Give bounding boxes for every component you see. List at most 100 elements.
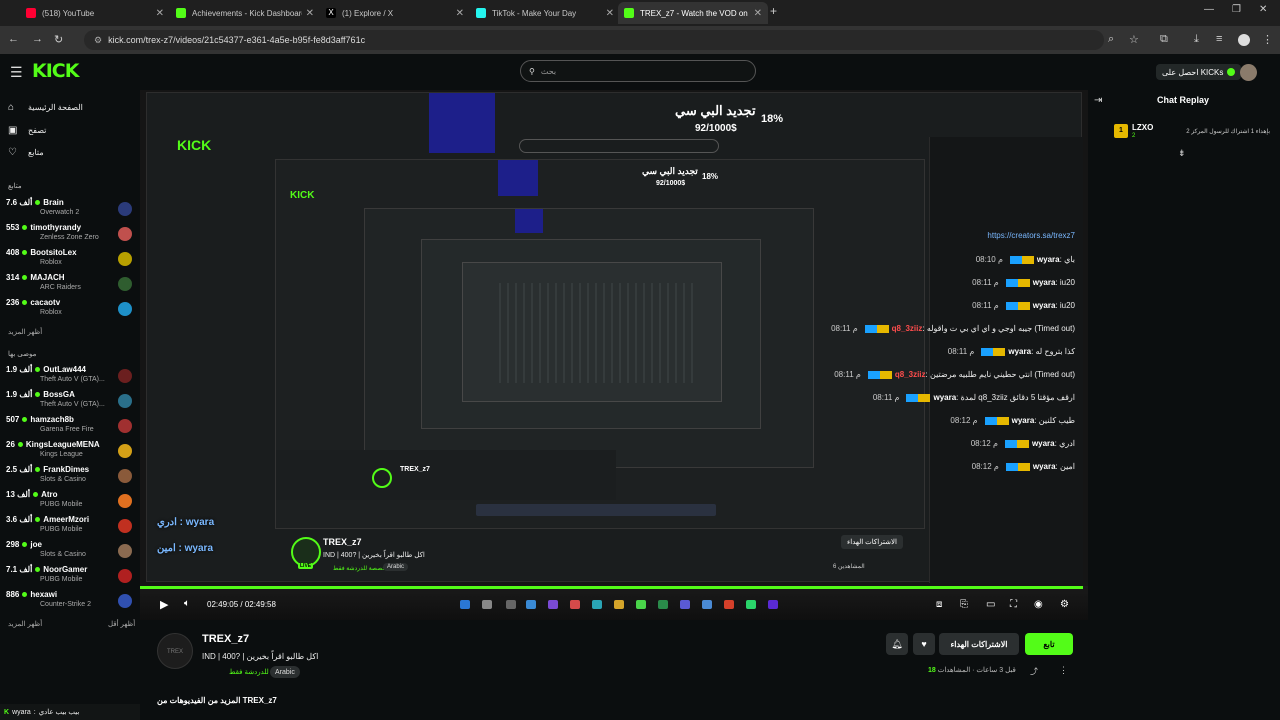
viewer-count: 26 [6, 440, 15, 449]
sidebar-item-following[interactable]: ♡ متابع [8, 147, 44, 158]
window-close-icon[interactable]: ✕ [1259, 4, 1267, 15]
speed-icon[interactable]: ◉ [1034, 599, 1043, 610]
sidebar-channel[interactable]: 7.6 ألف Brain Overwatch 2 [6, 198, 134, 222]
play-icon[interactable]: ▶ [160, 598, 168, 611]
search-input[interactable]: ⚲ بحث [520, 60, 756, 82]
browser-tab-tiktok[interactable]: TikTok - Make Your Day ✕ [470, 2, 620, 24]
kick-logo[interactable]: KICK [32, 60, 79, 82]
toast-user: wyara [12, 708, 31, 716]
streamer-name[interactable]: TREX_z7 [202, 633, 249, 645]
browser-tab-kick-dashboard[interactable]: Achievements - Kick Dashboard ✕ [170, 2, 320, 24]
follow-heart-button[interactable]: ♥ [913, 633, 935, 655]
sidebar-channel[interactable]: 314 MAJACH ARC Raiders [6, 273, 134, 297]
overlay-chat-user: wyara [184, 543, 214, 554]
sidebar-channel[interactable]: 7.1 ألف NoorGamer PUBG Mobile [6, 565, 134, 589]
live-dot-icon [22, 300, 28, 305]
channel-avatar [118, 394, 132, 408]
channel-game: Roblox [40, 309, 62, 316]
close-icon[interactable]: ✕ [156, 8, 164, 19]
sidebar-item-home[interactable]: ⌂ الصفحة الرئيسية [8, 102, 83, 113]
sidebar-channel[interactable]: 26 KingsLeagueMENA Kings League [6, 440, 134, 464]
show-less-button[interactable]: أظهر أقل [108, 620, 135, 628]
profile-icon[interactable] [1238, 34, 1250, 46]
follow-button[interactable]: تابع [1025, 633, 1073, 655]
close-icon[interactable]: ✕ [754, 8, 762, 19]
url-bar[interactable]: ⚙ kick.com/trex-z7/videos/21c54377-e361-… [84, 30, 1104, 50]
extensions-icon[interactable]: ⧉ [1160, 33, 1168, 46]
more-options-icon[interactable]: ⋮ [1059, 665, 1068, 676]
settings-gear-icon[interactable]: ⚙ [1060, 599, 1069, 610]
progress-bar[interactable] [140, 586, 1084, 589]
nested-search-box [519, 139, 719, 153]
reload-icon[interactable]: ↻ [54, 33, 63, 46]
menu-icon[interactable]: ⋮ [1262, 33, 1273, 46]
notification-bell-button[interactable]: 🔔︎ [886, 633, 908, 655]
chat-badges-icon [867, 370, 892, 379]
minimize-icon[interactable]: — [1204, 4, 1214, 15]
live-dot-icon [22, 250, 28, 255]
nested-chat-line: 08:11 م wyara: iu20 [972, 301, 1075, 310]
get-kicks-button[interactable]: احصل على KICKs [1156, 64, 1242, 80]
gift-subs-button[interactable]: الاشتراكات الهداء [939, 633, 1019, 655]
chat-user: wyara [1032, 301, 1056, 310]
hamburger-menu-icon[interactable]: ☰ [10, 64, 23, 81]
user-avatar[interactable] [1240, 64, 1257, 81]
sidebar-channel[interactable]: 553 timothyrandy Zenless Zone Zero [6, 223, 134, 247]
channel-name: cacaotv [30, 298, 61, 307]
chat-user: wyara [1032, 462, 1056, 471]
site-info-icon[interactable]: ⚙ [94, 35, 102, 46]
sidebar-channel[interactable]: 236 cacaotv Roblox [6, 298, 134, 322]
nested-category: مخصصة للدردشة فقط [333, 566, 390, 572]
sidebar-channel[interactable]: 507 hamzach8b Garena Free Fire [6, 415, 134, 439]
maximize-icon[interactable]: ❐ [1232, 4, 1241, 15]
sidebar-channel[interactable]: 1.9 ألف OutLaw444 Theft Auto V (GTA)... [6, 365, 134, 389]
tab-title: Achievements - Kick Dashboard [192, 8, 302, 18]
back-icon[interactable]: ← [8, 33, 19, 45]
taskbar-app-icon [614, 600, 624, 609]
share-icon[interactable]: ⤴ [1030, 666, 1038, 677]
tab-title: TREX_z7 - Watch the VOD on K [640, 8, 750, 18]
close-icon[interactable]: ✕ [606, 8, 614, 19]
channel-line: 236 cacaotv [6, 298, 60, 307]
nested-streamer-name: TREX_z7 [323, 537, 362, 547]
sidebar-channel[interactable]: 13 ألف Atro PUBG Mobile [6, 490, 134, 514]
more-videos-heading: المزيد من الفيديوهات من TREX_z7 [157, 696, 277, 705]
close-icon[interactable]: ✕ [306, 8, 314, 19]
show-more-button[interactable]: أظهر المزيد [8, 620, 42, 628]
sidebar-channel[interactable]: 298 joe Slots & Casino [6, 540, 134, 564]
browser-tab-trex-vod[interactable]: TREX_z7 - Watch the VOD on K ✕ [618, 2, 768, 24]
forward-icon[interactable]: → [32, 33, 43, 45]
player-controls: ▶ 🔈︎ 02:49:05 / 02:49:58 ⧈ ⎘ ▭ ⛶ ◉ ⚙ [140, 586, 1088, 620]
download-icon[interactable]: ⤓ [1194, 33, 1199, 46]
show-more-button[interactable]: أظهر المزيد [8, 328, 42, 336]
sidebar-channel[interactable]: 3.6 ألف AmeerMzori PUBG Mobile [6, 515, 134, 539]
volume-icon[interactable]: 🔈︎ [184, 598, 190, 609]
zoom-icon[interactable]: ⌕ [1108, 33, 1114, 46]
scroll-down-icon[interactable]: ⇟ [1178, 148, 1186, 159]
sidebar-channel[interactable]: 1.9 ألف BossGA Theft Auto V (GTA)... [6, 390, 134, 414]
channel-line: 1.9 ألف OutLaw444 [6, 365, 86, 374]
pip-icon[interactable]: ⧈ [936, 599, 942, 610]
new-tab-button[interactable]: + [770, 4, 777, 18]
overlay-chat-text: ادري [157, 517, 177, 528]
sidebar-channel[interactable]: 2.5 ألف FrankDimes Slots & Casino [6, 465, 134, 489]
media-icon[interactable]: ≡ [1216, 33, 1222, 45]
video-player[interactable]: 18% تجديد البي سي 92/1000$ KICK KICK 18%… [140, 90, 1088, 620]
chat-time: 08:12 م [970, 439, 998, 448]
language-tag[interactable]: Arabic [270, 666, 300, 678]
theater-mode-icon[interactable]: ▭ [986, 599, 995, 610]
browser-tab-x[interactable]: X (1) Explore / X ✕ [320, 2, 470, 24]
browse-icon: ▣ [8, 125, 18, 136]
sidebar-channel[interactable]: 886 hexawi Counter-Strike 2 [6, 590, 134, 614]
bookmark-star-icon[interactable]: ☆ [1129, 33, 1139, 46]
sidebar-channel[interactable]: 408 BootsitoLex Roblox [6, 248, 134, 272]
streamer-avatar[interactable]: TREX [157, 633, 193, 669]
browser-tab-youtube[interactable]: (518) YouTube ✕ [20, 2, 170, 24]
close-icon[interactable]: ✕ [456, 8, 464, 19]
collapse-chat-icon[interactable]: ⇥ [1094, 95, 1102, 106]
fullscreen-icon[interactable]: ⛶ [1010, 599, 1017, 610]
taskbar-app-icon [658, 600, 668, 609]
clip-icon[interactable]: ⎘ [960, 599, 968, 610]
bell-icon: 🔔︎ [891, 638, 903, 649]
sidebar-item-browse[interactable]: ▣ تصفح [8, 125, 46, 136]
